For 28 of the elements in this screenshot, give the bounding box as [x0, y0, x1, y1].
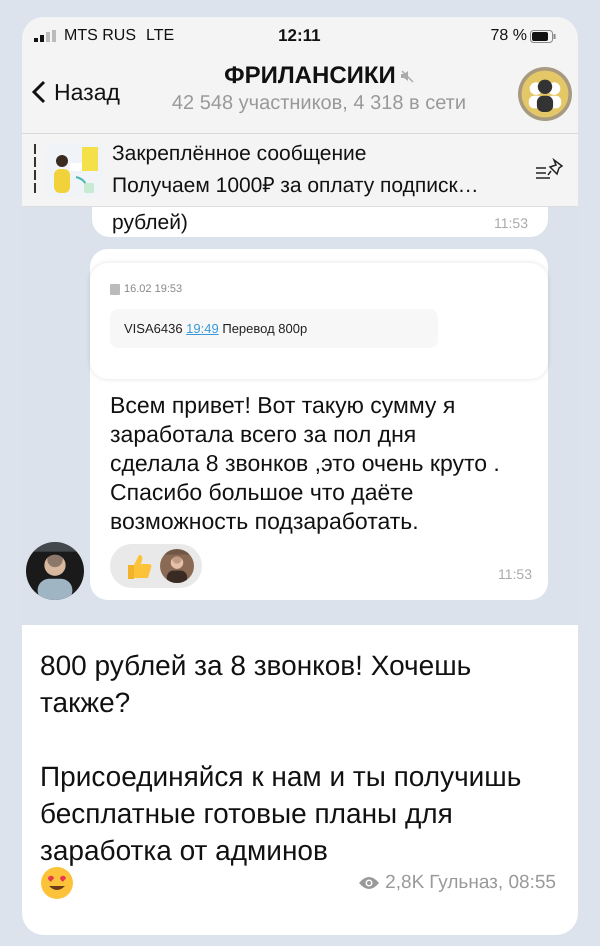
signal-icon: [34, 30, 58, 42]
message-time: 11:53: [498, 566, 532, 582]
post-text: 800 рублей за 8 звонков! Хочешь также?: [40, 649, 472, 720]
reaction[interactable]: [110, 544, 202, 588]
battery-percent: 78 %: [490, 27, 527, 45]
member-count: 42 548 участников, 4 318 в сети: [172, 92, 466, 114]
post-text: Присоединяйся к нам и ты получишь бесплатные готовые планы для заработка от админов: [40, 760, 522, 868]
carrier-name: MTS RUS: [64, 27, 136, 45]
post-signature: Гульназ, 08:55: [429, 872, 556, 894]
clock: 12:11: [278, 26, 321, 46]
pinned-title: Закреплённое сообщение: [112, 142, 368, 166]
sms-text: VISA6436 19:49 Перевод 800р: [110, 309, 438, 348]
smiling-face-icon: [40, 866, 74, 900]
message-text: рублей): [112, 212, 188, 233]
network-type: LTE: [146, 27, 174, 45]
view-count: 2,8K: [385, 872, 424, 894]
sim-icon: [110, 284, 120, 294]
pinned-text: Получаем 1000₽ за оплату подписк…: [112, 173, 480, 198]
chat-title: ФРИЛАНСИКИ: [224, 62, 396, 90]
back-button[interactable]: Назад: [32, 78, 120, 106]
pinned-message[interactable]: Закреплённое сообщение Получаем 1000₽ за оплату подписк…: [22, 134, 578, 207]
eye-icon: [358, 876, 380, 890]
pin-list-icon[interactable]: [534, 158, 564, 182]
battery-icon: [530, 30, 556, 42]
message-text: Всем привет! Вот такую сумму я заработала всего за пол дня сделала 8 звонков ,это очень круто . Спасибо большое что даёте возможность подзаработать.: [110, 391, 501, 536]
chevron-icon: [32, 80, 46, 104]
message-time: 11:53: [494, 215, 528, 231]
receipt-date: 16.02 19:53: [124, 283, 182, 295]
